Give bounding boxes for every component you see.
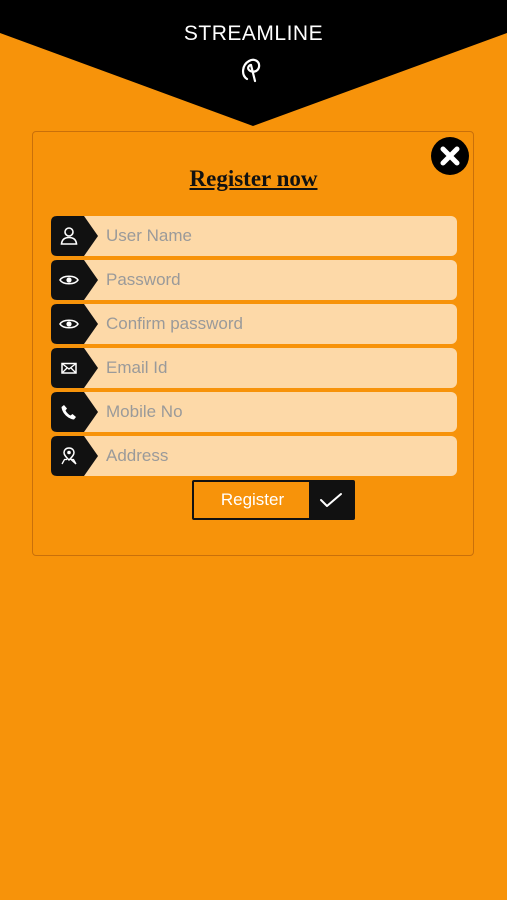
email-input[interactable] xyxy=(51,348,457,388)
mobile-input[interactable] xyxy=(51,392,457,432)
eye-icon xyxy=(59,275,79,285)
field-tag xyxy=(51,392,99,432)
mobile-field[interactable] xyxy=(51,392,457,432)
username-input[interactable] xyxy=(51,216,457,256)
app-title: STREAMLINE xyxy=(183,22,324,45)
checkmark-icon xyxy=(320,493,342,507)
address-field[interactable] xyxy=(51,436,457,476)
register-button[interactable]: Register xyxy=(192,480,355,520)
address-input[interactable] xyxy=(51,436,457,476)
field-tag xyxy=(51,216,99,256)
confirm-password-field[interactable] xyxy=(51,304,457,344)
field-tag xyxy=(51,436,99,476)
register-check-box xyxy=(309,482,353,518)
confirm-password-input[interactable] xyxy=(51,304,457,344)
password-input[interactable] xyxy=(51,260,457,300)
password-field[interactable] xyxy=(51,260,457,300)
address-icon xyxy=(61,447,77,465)
field-tag xyxy=(51,348,99,388)
mail-icon xyxy=(61,362,77,374)
field-tag xyxy=(51,304,99,344)
register-label: Register xyxy=(220,490,285,509)
email-field[interactable] xyxy=(51,348,457,388)
eye-icon xyxy=(59,319,79,329)
field-tag xyxy=(51,260,99,300)
phone-icon xyxy=(61,405,76,420)
username-field[interactable] xyxy=(51,216,457,256)
form-title: Register now xyxy=(189,166,318,191)
user-icon xyxy=(60,227,78,245)
app-logo-icon xyxy=(236,55,266,85)
